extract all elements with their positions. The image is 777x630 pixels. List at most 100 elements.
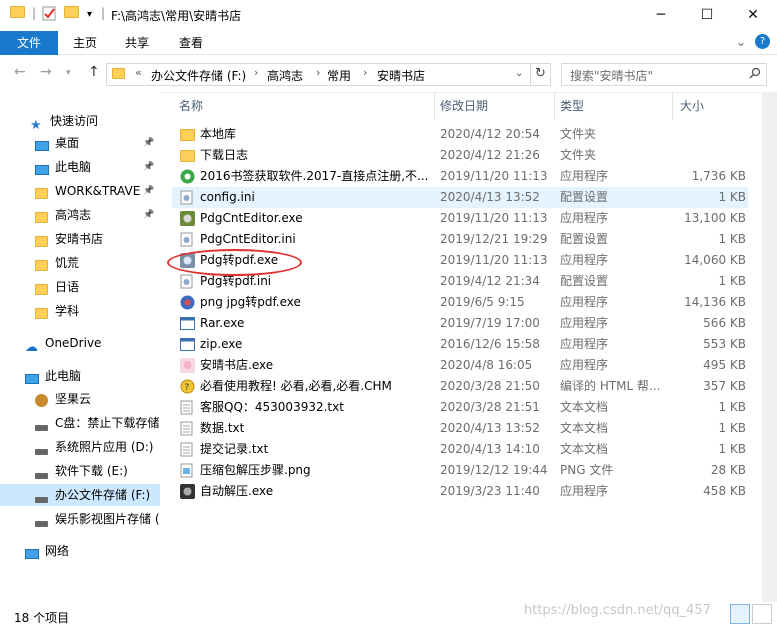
refresh-icon[interactable]: ↻ xyxy=(530,64,550,85)
file-date: 2020/3/28 21:50 xyxy=(440,379,540,393)
tab-file[interactable]: 文件 xyxy=(0,31,58,55)
nav-item[interactable]: 软件下载 (E:) xyxy=(0,460,160,482)
file-row[interactable]: 安晴书店.exe 2020/4/8 16:05 应用程序 495 KB xyxy=(172,355,748,376)
address-bar[interactable]: « 办公文件存储 (F:) › 高鸿志 › 常用 › 安晴书店 ⌄ ↻ xyxy=(106,63,551,86)
nav-item[interactable]: 桌面 📌 xyxy=(0,132,160,154)
nav-item[interactable]: 高鸿志 📌 xyxy=(0,204,160,226)
nav-item-label: 办公文件存储 (F:) xyxy=(55,488,151,502)
file-name: 必看使用教程! 必看,必看,必看.CHM xyxy=(200,379,392,393)
separator: | xyxy=(32,6,37,20)
pin-icon: 📌 xyxy=(143,186,155,196)
nav-item[interactable]: 娱乐影视图片存储 ( xyxy=(0,508,160,530)
file-row[interactable]: 数据.txt 2020/4/13 13:52 文本文档 1 KB xyxy=(172,418,748,439)
chevron-down-icon[interactable]: ⌄ xyxy=(515,68,523,79)
nav-item-label: 日语 xyxy=(55,280,80,294)
help-icon[interactable]: ? xyxy=(755,34,770,49)
nav-item[interactable]: 坚果云 xyxy=(0,388,160,410)
file-row[interactable]: zip.exe 2016/12/6 15:58 应用程序 553 KB xyxy=(172,334,748,355)
back-icon[interactable]: ← xyxy=(14,64,26,80)
file-row[interactable]: PdgCntEditor.exe 2019/11/20 11:13 应用程序 13,1… xyxy=(172,208,748,229)
file-row[interactable]: 压缩包解压步骤.png 2019/12/12 19:44 PNG 文件 28 KB xyxy=(172,460,748,481)
nav-item[interactable]: 办公文件存储 (F:) xyxy=(0,484,160,506)
nav-item[interactable]: 学科 xyxy=(0,300,160,322)
folder-icon xyxy=(35,304,50,319)
column-header-size[interactable]: 大小 xyxy=(680,97,704,114)
nav-item[interactable]: 安晴书店 xyxy=(0,228,160,250)
file-row[interactable]: 自动解压.exe 2019/3/23 11:40 应用程序 458 KB xyxy=(172,481,748,502)
file-row[interactable]: 本地库 2020/4/12 20:54 文件夹 xyxy=(172,124,748,145)
column-divider[interactable] xyxy=(554,92,555,120)
customize-toolbar-icon[interactable]: ▾ xyxy=(87,9,92,20)
chevron-right-icon[interactable]: › xyxy=(254,66,258,79)
file-type: 应用程序 xyxy=(560,358,609,372)
chevron-right-icon[interactable]: › xyxy=(316,66,320,79)
nav-item[interactable]: 此电脑 📌 xyxy=(0,156,160,178)
file-type: 配置设置 xyxy=(560,274,609,288)
breadcrumb-overflow[interactable]: « xyxy=(135,66,142,79)
star-icon: ★ xyxy=(30,118,42,133)
column-divider[interactable] xyxy=(672,92,673,120)
file-row[interactable]: 下载日志 2020/4/12 21:26 文件夹 xyxy=(172,145,748,166)
breadcrumb-current[interactable]: 安晴书店 xyxy=(377,67,425,84)
file-type: PNG 文件 xyxy=(560,463,614,477)
nav-item[interactable]: ☁ OneDrive xyxy=(0,332,160,354)
up-icon[interactable]: ↑ xyxy=(88,64,100,80)
nav-item[interactable]: WORK&TRAVE 📌 xyxy=(0,180,160,202)
folder-icon xyxy=(35,184,50,199)
search-input[interactable]: 搜索"安晴书店" xyxy=(570,67,653,84)
pin-icon: 📌 xyxy=(143,162,155,172)
file-row[interactable]: 2016书签获取软件.2017-直接点注册,不... 2019/11/20 11:… xyxy=(172,166,748,187)
nav-item[interactable]: 饥荒 xyxy=(0,252,160,274)
tab-home[interactable]: 主页 xyxy=(64,31,106,55)
nav-item[interactable]: ★ 快速访问 xyxy=(0,110,160,132)
drive-icon xyxy=(35,512,50,527)
details-view-icon[interactable] xyxy=(730,604,750,624)
file-row[interactable]: PdgCntEditor.ini 2019/12/21 19:29 配置设置 1 KB xyxy=(172,229,748,250)
chevron-right-icon[interactable]: › xyxy=(363,66,367,79)
tab-view[interactable]: 查看 xyxy=(170,31,212,55)
search-icon[interactable] xyxy=(749,67,761,82)
nav-item[interactable]: 网络 xyxy=(0,540,160,562)
nav-item-label: 高鸿志 xyxy=(55,208,92,222)
breadcrumb-user[interactable]: 高鸿志 xyxy=(267,67,303,84)
nav-item[interactable]: 系统照片应用 (D:) xyxy=(0,436,160,458)
column-header-name[interactable]: 名称 xyxy=(179,97,203,114)
close-button[interactable]: ✕ xyxy=(730,0,776,30)
file-row[interactable]: ? 必看使用教程! 必看,必看,必看.CHM 2020/3/28 21:50 编译的 … xyxy=(172,376,748,397)
file-row[interactable]: Rar.exe 2019/7/19 17:00 应用程序 566 KB xyxy=(172,313,748,334)
file-row[interactable]: 客服QQ：453003932.txt 2020/3/28 21:51 文本文档 1 K… xyxy=(172,397,748,418)
large-icons-view-icon[interactable] xyxy=(752,604,772,624)
nav-item[interactable]: 此电脑 xyxy=(0,365,160,387)
maximize-button[interactable]: ☐ xyxy=(684,0,730,30)
breadcrumb-common[interactable]: 常用 xyxy=(327,67,351,84)
tab-share[interactable]: 共享 xyxy=(116,31,158,55)
file-name: PdgCntEditor.ini xyxy=(200,232,296,246)
properties-icon[interactable] xyxy=(42,6,57,24)
ribbon: 文件 主页 共享 查看 ⌄ ? xyxy=(0,31,777,55)
breadcrumb-drive[interactable]: 办公文件存储 (F:) xyxy=(151,67,246,84)
folder-icon xyxy=(35,232,50,247)
minimize-button[interactable]: ─ xyxy=(638,0,684,30)
file-name: PdgCntEditor.exe xyxy=(200,211,303,225)
expand-ribbon-icon[interactable]: ⌄ xyxy=(736,35,746,49)
file-size: 1 KB xyxy=(718,400,746,414)
file-date: 2019/12/12 19:44 xyxy=(440,463,548,477)
nav-item[interactable]: 日语 xyxy=(0,276,160,298)
file-type: 应用程序 xyxy=(560,295,609,309)
forward-icon[interactable]: → xyxy=(40,64,52,80)
file-row[interactable]: config.ini 2020/4/13 13:52 配置设置 1 KB xyxy=(172,187,748,208)
file-row[interactable]: png jpg转pdf.exe 2019/6/5 9:15 应用程序 14,136 K… xyxy=(172,292,748,313)
nav-item-label: 快速访问 xyxy=(50,114,99,128)
file-name: 下载日志 xyxy=(200,148,249,162)
network-icon xyxy=(25,544,40,559)
new-folder-icon[interactable] xyxy=(64,6,79,21)
scrollbar[interactable] xyxy=(762,92,777,602)
column-header-type[interactable]: 类型 xyxy=(560,97,584,114)
file-row[interactable]: 提交记录.txt 2020/4/13 14:10 文本文档 1 KB xyxy=(172,439,748,460)
search-box[interactable]: 搜索"安晴书店" xyxy=(561,63,767,86)
pin-icon: 📌 xyxy=(143,138,155,148)
column-divider[interactable] xyxy=(434,92,435,120)
recent-locations-icon[interactable]: ▾ xyxy=(66,68,71,78)
column-header-date[interactable]: 修改日期 xyxy=(440,97,488,114)
nav-item[interactable]: C盘：禁止下载存储 xyxy=(0,412,160,434)
